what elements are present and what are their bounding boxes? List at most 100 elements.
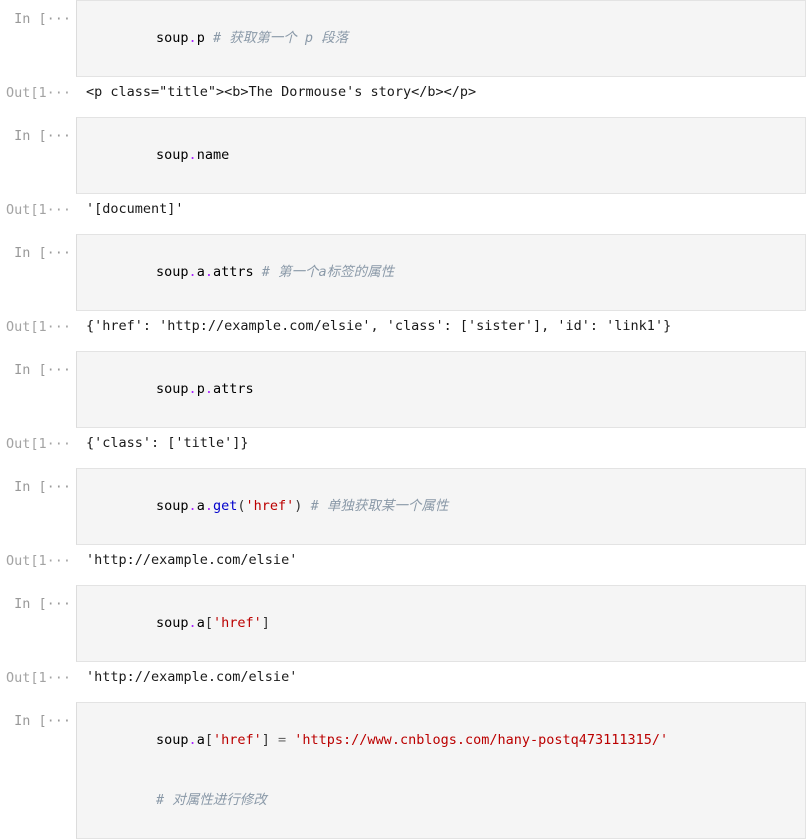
code-token-operator: . xyxy=(188,732,197,748)
code-token-name: p xyxy=(196,381,205,397)
code-token-bracket-close: ] xyxy=(261,615,270,631)
code-token-name: attrs xyxy=(212,264,254,280)
output-text: '[document]' xyxy=(86,201,184,217)
code-token-operator: . xyxy=(204,381,213,397)
code-token-comment: # 单独获取某一个属性 xyxy=(310,498,449,514)
code-editor-area[interactable]: soup.a.attrs # 第一个a标签的属性 xyxy=(76,234,806,311)
code-cell-input[interactable]: In [··· soup.p.attrs xyxy=(0,351,806,428)
cell-spacer xyxy=(0,576,806,585)
code-token-name: a xyxy=(196,264,205,280)
code-cell-output: Out[1··· 'http://example.com/elsie' xyxy=(0,545,806,576)
code-line: soup.a.get('href') # 单独获取某一个属性 xyxy=(91,476,805,536)
code-token-name: soup xyxy=(156,615,189,631)
code-line: # 对属性进行修改 xyxy=(91,770,805,830)
code-token-name: a xyxy=(196,498,205,514)
code-token-operator: . xyxy=(188,498,197,514)
output-area: {'href': 'http://example.com/elsie', 'cl… xyxy=(76,311,806,342)
cell-spacer xyxy=(0,459,806,468)
code-token-operator: . xyxy=(188,264,197,280)
code-cell-output: Out[1··· <p class="title"><b>The Dormous… xyxy=(0,77,806,108)
code-token-name: soup xyxy=(156,264,189,280)
code-token-function: get xyxy=(212,498,238,514)
code-token-string: 'href' xyxy=(212,732,262,748)
input-prompt: In [··· xyxy=(14,713,71,729)
output-area: 'http://example.com/elsie' xyxy=(76,545,806,576)
input-prompt: In [··· xyxy=(14,596,71,612)
code-editor-area[interactable]: soup.p # 获取第一个 p 段落 xyxy=(76,0,806,77)
code-line: soup.p # 获取第一个 p 段落 xyxy=(91,8,805,68)
code-cell-input[interactable]: In [··· soup.p # 获取第一个 p 段落 xyxy=(0,0,806,77)
code-token-string: 'https://www.cnblogs.com/hany-postq47311… xyxy=(294,732,669,748)
code-token-name: name xyxy=(196,147,230,163)
code-token-name: soup xyxy=(156,30,189,46)
code-token-operator: . xyxy=(204,498,213,514)
code-token-name: soup xyxy=(156,147,189,163)
input-prompt: In [··· xyxy=(14,245,71,261)
input-prompt: In [··· xyxy=(14,362,71,378)
code-token-bracket-open: [ xyxy=(204,615,213,631)
output-prompt: Out[1··· xyxy=(5,436,71,452)
output-text: <p class="title"><b>The Dormouse's story… xyxy=(86,84,477,100)
code-token-name: attrs xyxy=(212,381,254,397)
code-token-name: soup xyxy=(156,498,189,514)
code-token-name: a xyxy=(196,615,205,631)
code-token-string: 'href' xyxy=(245,498,295,514)
code-cell-input[interactable]: In [··· soup.a.attrs # 第一个a标签的属性 xyxy=(0,234,806,311)
code-token-operator: . xyxy=(188,381,197,397)
input-prompt: In [··· xyxy=(14,11,71,27)
output-text: {'href': 'http://example.com/elsie', 'cl… xyxy=(86,318,672,334)
code-token-operator: . xyxy=(204,264,213,280)
code-token-comment: # 对属性进行修改 xyxy=(156,792,267,808)
code-editor-area[interactable]: soup.a['href'] = 'https://www.cnblogs.co… xyxy=(76,702,806,839)
code-token-operator: . xyxy=(188,147,197,163)
output-area: 'http://example.com/elsie' xyxy=(76,662,806,693)
cell-spacer xyxy=(0,693,806,702)
code-line: soup.p.attrs xyxy=(91,359,805,419)
code-editor-area[interactable]: soup.name xyxy=(76,117,806,194)
output-prompt: Out[1··· xyxy=(5,319,71,335)
code-cell-output: Out[1··· {'class': ['title']} xyxy=(0,428,806,459)
output-prompt: Out[1··· xyxy=(5,553,71,569)
notebook-container: In [··· soup.p # 获取第一个 p 段落 Out[1··· <p … xyxy=(0,0,806,839)
cell-spacer xyxy=(0,225,806,234)
code-token-comment: # 获取第一个 p 段落 xyxy=(212,30,349,46)
code-editor-area[interactable]: soup.p.attrs xyxy=(76,351,806,428)
output-text: 'http://example.com/elsie' xyxy=(86,669,298,685)
code-token-name: soup xyxy=(156,381,189,397)
code-editor-area[interactable]: soup.a.get('href') # 单独获取某一个属性 xyxy=(76,468,806,545)
cell-spacer xyxy=(0,342,806,351)
code-cell-input[interactable]: In [··· soup.a['href'] = 'https://www.cn… xyxy=(0,702,806,839)
code-token-paren-open: ( xyxy=(237,498,246,514)
output-prompt: Out[1··· xyxy=(5,85,71,101)
code-token-operator: . xyxy=(188,30,197,46)
code-token-name: a xyxy=(196,732,205,748)
code-token-bracket-close: ] xyxy=(261,732,270,748)
output-area: {'class': ['title']} xyxy=(76,428,806,459)
output-prompt: Out[1··· xyxy=(5,670,71,686)
code-cell-input[interactable]: In [··· soup.name xyxy=(0,117,806,194)
code-cell-output: Out[1··· '[document]' xyxy=(0,194,806,225)
code-token-equals: = xyxy=(269,732,295,748)
code-token-name: soup xyxy=(156,732,189,748)
code-token-operator: . xyxy=(188,615,197,631)
code-token-bracket-open: [ xyxy=(204,732,213,748)
code-token-name: p xyxy=(196,30,205,46)
code-line: soup.a['href'] = 'https://www.cnblogs.co… xyxy=(91,710,805,770)
code-token-string: 'href' xyxy=(212,615,262,631)
code-editor-area[interactable]: soup.a['href'] xyxy=(76,585,806,662)
code-line: soup.a.attrs # 第一个a标签的属性 xyxy=(91,242,805,302)
output-area: <p class="title"><b>The Dormouse's story… xyxy=(76,77,806,108)
code-cell-output: Out[1··· 'http://example.com/elsie' xyxy=(0,662,806,693)
code-cell-input[interactable]: In [··· soup.a.get('href') # 单独获取某一个属性 xyxy=(0,468,806,545)
output-text: {'class': ['title']} xyxy=(86,435,249,451)
output-text: 'http://example.com/elsie' xyxy=(86,552,298,568)
code-line: soup.name xyxy=(91,125,805,185)
code-line: soup.a['href'] xyxy=(91,593,805,653)
cell-spacer xyxy=(0,108,806,117)
code-token-comment: # 第一个a标签的属性 xyxy=(261,264,395,280)
code-cell-input[interactable]: In [··· soup.a['href'] xyxy=(0,585,806,662)
input-prompt: In [··· xyxy=(14,479,71,495)
